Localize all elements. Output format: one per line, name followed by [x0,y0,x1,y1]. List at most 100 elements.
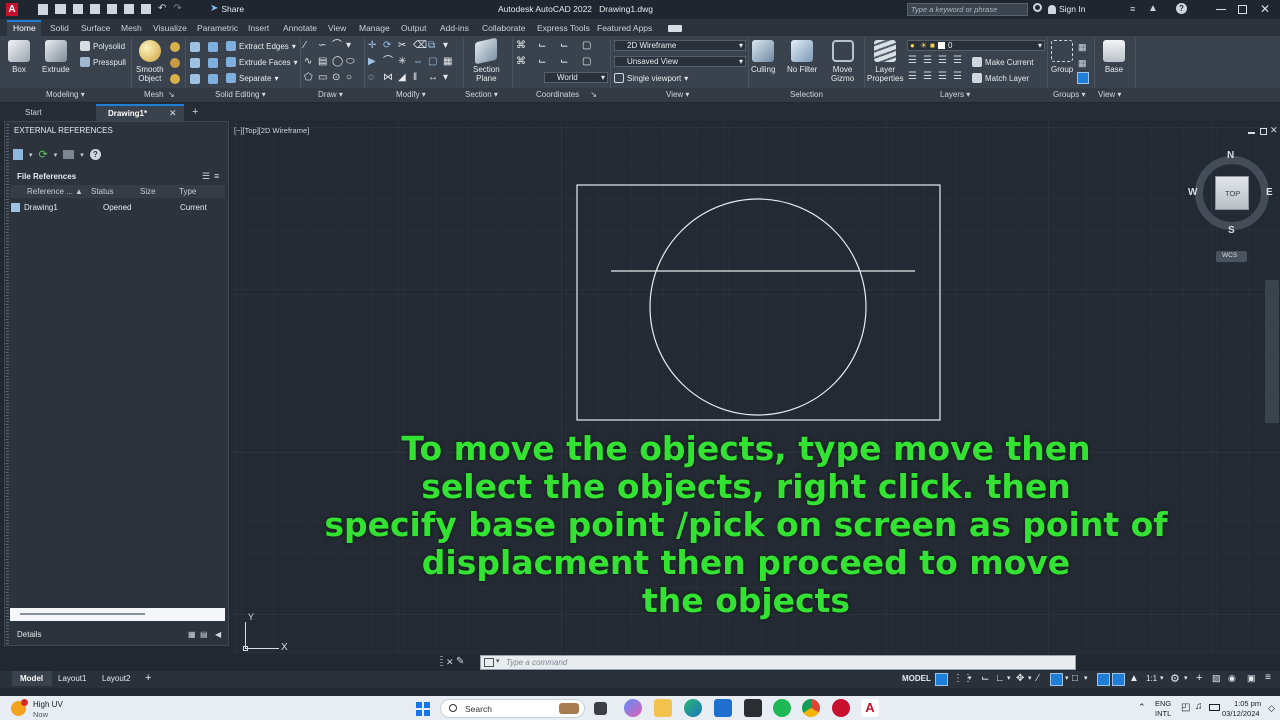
ungroup-icon[interactable]: ▦ [1078,58,1087,69]
chevron-down-icon[interactable]: ▾ [1007,674,1011,682]
viewport-config-button[interactable]: Single viewport ▾ [614,73,688,83]
drawing-canvas[interactable]: [−][Top][2D Wireframe] ✕ N S E W TOP WCS… [231,122,1280,654]
mesh-tool-icon-2[interactable] [170,58,180,68]
collapse-icon[interactable]: ◀ [215,630,221,639]
annotation-visibility-icon[interactable] [1097,673,1110,686]
search-input[interactable]: Type a keyword or phrase [911,5,997,14]
attach-dwg-icon[interactable] [13,149,23,160]
sign-in-button[interactable]: Sign In [1048,4,1085,14]
redo-icon[interactable]: ↷ [173,4,181,15]
restore-icon[interactable] [1238,5,1247,14]
column-header-status[interactable]: Status [91,187,114,196]
panel-label-draw[interactable]: Draw ▾ [318,90,343,99]
layer-off-icon[interactable]: ☰ [908,56,923,66]
copy-icon[interactable]: ⧉ [428,41,443,51]
layer-thaw-icon[interactable]: ☰ [938,72,953,82]
viewport-minimize-icon[interactable] [1248,132,1255,134]
solid-union-icon[interactable] [190,42,200,52]
store-icon[interactable] [714,699,732,717]
panel-label-modeling[interactable]: Modeling ▾ [46,90,85,99]
arc-icon[interactable]: ⌒ [332,41,346,51]
extrude-faces-button[interactable]: Extrude Faces ▾ [226,57,298,67]
compass-north[interactable]: N [1227,150,1234,161]
ucs-icon[interactable]: ⌘ [516,41,538,51]
refresh-icon[interactable]: ⟳ [39,148,48,161]
scale-icon[interactable]: ▢ [428,57,443,67]
ucs-view-icon[interactable]: ▢ [582,41,604,51]
share-button[interactable]: ➤ Share [210,4,244,15]
panel-label-mesh[interactable]: Mesh ↘ [144,90,175,99]
volume-icon[interactable]: ♫ [1195,701,1203,712]
app-icon-dark[interactable] [744,699,762,717]
new-tab-icon[interactable]: + [192,106,198,118]
move-icon[interactable]: ✛ [368,41,383,51]
presspull-button[interactable]: Presspull [80,57,126,67]
details-view-icon[interactable]: ▦ [188,630,196,639]
panel-label-coordinates[interactable]: Coordinates ↘ [536,90,597,99]
polyline-icon[interactable]: ∽ [318,41,332,51]
section-plane-button[interactable]: Section Plane [473,37,500,83]
ucs-origin-icon[interactable]: ⌙ [538,41,560,51]
column-header-type[interactable]: Type [179,187,196,196]
ortho-icon[interactable]: ⌙ [981,673,989,684]
isolate-objects-icon[interactable]: ◉ [1228,673,1236,684]
save-icon[interactable] [73,4,83,14]
join-icon[interactable]: ⋈ [383,73,398,83]
horizontal-scrollbar[interactable] [10,608,225,621]
wifi-icon[interactable]: ◰ [1181,702,1190,713]
solid-subtract-icon[interactable] [190,58,200,68]
tab-layout2[interactable]: Layout2 [102,674,130,683]
panel-label-view-2[interactable]: View ▾ [1098,90,1121,99]
viewport-controls-label[interactable]: [−][Top][2D Wireframe] [234,126,309,135]
layer-isolate-icon[interactable]: ☰ [923,56,938,66]
tab-surface[interactable]: Surface [81,23,110,33]
command-customize-icon[interactable]: ✎ [456,656,464,667]
chevron-down-icon[interactable]: ▾ [1084,674,1088,682]
draw-more-icon[interactable]: ▾ [346,41,360,51]
clock-time[interactable]: 1:05 pm [1234,699,1261,708]
column-header-reference[interactable]: Reference ... ▲ [27,187,83,196]
isodraft-icon[interactable]: ✥ [1016,673,1024,684]
circle-icon[interactable]: ◯ [332,57,346,67]
change-path-icon[interactable] [63,150,75,159]
group-edit-icon[interactable]: ▦ [1078,42,1087,53]
panel-label-groups[interactable]: Groups ▾ [1053,90,1085,99]
trim-icon[interactable]: ✂ [398,41,413,51]
layer-unlock-icon[interactable]: ☰ [953,72,968,82]
tab-solid[interactable]: Solid [50,23,69,33]
close-tab-icon[interactable]: ✕ [169,108,177,119]
rotate-icon[interactable]: ⟳ [383,41,398,51]
tab-home[interactable]: Home [13,23,36,33]
notification-icon[interactable]: ◇ [1268,703,1275,714]
close-icon[interactable]: ✕ [1260,2,1270,16]
panel-label-view[interactable]: View ▾ [666,90,689,99]
minimize-icon[interactable] [1216,9,1226,10]
tab-collaborate[interactable]: Collaborate [482,23,525,33]
tab-drawing1[interactable]: Drawing1* ✕ [96,104,184,121]
language-line-1[interactable]: ENG [1155,699,1171,708]
object-snap-tracking-icon[interactable]: ∕ [1037,673,1039,684]
mesh-tool-icon-3[interactable] [170,74,180,84]
grid-toggle-icon[interactable] [935,673,948,686]
search-icon[interactable] [1033,3,1042,12]
tab-annotate[interactable]: Annotate [283,23,317,33]
lengthen-icon[interactable]: ↔ [428,73,443,83]
panel-label-solid-editing[interactable]: Solid Editing ▾ [215,90,266,99]
chrome-icon[interactable] [802,699,820,717]
navigation-bar[interactable] [1265,280,1279,423]
list-view-icon[interactable]: ☰ [202,171,210,182]
ucs-object-icon[interactable]: ▢ [582,57,604,67]
weather-widget[interactable]: High UV Now [10,698,90,719]
chevron-down-icon[interactable]: ▾ [54,151,58,159]
command-grip-icon[interactable] [440,656,443,668]
chevron-down-icon[interactable]: ▾ [1160,674,1164,682]
object-snap-icon[interactable] [1050,673,1063,686]
compass-east[interactable]: E [1266,187,1273,198]
tab-view[interactable]: View [328,23,346,33]
compass-west[interactable]: W [1188,187,1197,198]
command-line[interactable]: ▾ Type a command [480,655,1076,670]
tray-expand-icon[interactable]: ⌃ [1138,702,1146,713]
modify-more-icon[interactable]: ▾ [443,41,458,51]
chevron-down-icon[interactable]: ▾ [80,151,84,159]
panel-label-layers[interactable]: Layers ▾ [940,90,970,99]
